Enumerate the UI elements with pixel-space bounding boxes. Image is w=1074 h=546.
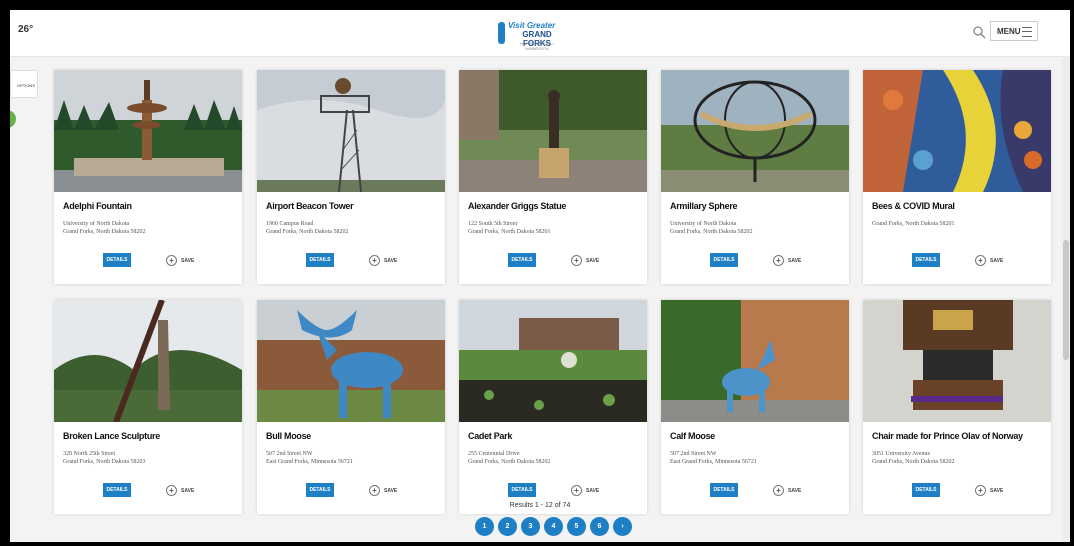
scrollbar-thumb[interactable] (1063, 240, 1069, 360)
card-address: Grand Forks, North Dakota 58201 (872, 221, 955, 227)
details-button[interactable]: DETAILS (508, 253, 536, 267)
card-title[interactable]: Adelphi Fountain (63, 201, 132, 211)
options-tab-label: OPTIONS (16, 83, 35, 88)
weather-readout: 26° (18, 24, 34, 35)
page-6-button[interactable]: 6 (590, 517, 609, 536)
hamburger-icon (1022, 27, 1032, 37)
search-icon[interactable] (972, 25, 986, 39)
card-title[interactable]: Calf Moose (670, 431, 715, 441)
save-button[interactable]: + SAVE (571, 485, 599, 496)
logo-mark-icon (498, 22, 505, 44)
details-button[interactable]: DETAILS (103, 483, 131, 497)
plus-circle-icon: + (773, 485, 784, 496)
details-button[interactable]: DETAILS (508, 483, 536, 497)
card-address: 507 2nd Street NW East Grand Forks, Minne… (670, 451, 757, 465)
listing-card[interactable]: Cadet Park 255 Centennial Drive Grand For… (459, 300, 647, 514)
plus-circle-icon: + (369, 485, 380, 496)
save-button[interactable]: + SAVE (571, 255, 599, 266)
details-button[interactable]: DETAILS (912, 483, 940, 497)
results-count: Results 1 - 12 of 74 (509, 502, 571, 509)
listing-card[interactable]: Broken Lance Sculpture 320 North 25th St… (54, 300, 242, 514)
plus-circle-icon: + (166, 255, 177, 266)
details-button[interactable]: DETAILS (710, 253, 738, 267)
card-photo (54, 70, 242, 192)
page-1-button[interactable]: 1 (475, 517, 494, 536)
card-address: University of North Dakota Grand Forks, N… (63, 221, 146, 235)
listing-card[interactable]: Adelphi Fountain University of North Dak… (54, 70, 242, 284)
page-2-button[interactable]: 2 (498, 517, 517, 536)
save-button[interactable]: + SAVE (975, 485, 1003, 496)
save-button[interactable]: + SAVE (166, 485, 194, 496)
site-header: 26° Visit Greater GRAND FORKS NORTH DAKO… (10, 10, 1070, 57)
card-title[interactable]: Cadet Park (468, 431, 512, 441)
save-button[interactable]: + SAVE (975, 255, 1003, 266)
save-button[interactable]: + SAVE (369, 255, 397, 266)
side-tab-indicator[interactable] (10, 110, 16, 128)
card-photo (661, 300, 849, 422)
details-button[interactable]: DETAILS (103, 253, 131, 267)
listing-card[interactable]: Armillary Sphere University of North Dak… (661, 70, 849, 284)
card-photo (54, 300, 242, 422)
listing-card[interactable]: Chair made for Prince Olav of Norway 305… (863, 300, 1051, 514)
plus-circle-icon: + (369, 255, 380, 266)
logo-text-top: Visit Greater (508, 21, 556, 30)
card-photo (459, 70, 647, 192)
card-title[interactable]: Chair made for Prince Olav of Norway (872, 431, 1023, 441)
details-button[interactable]: DETAILS (306, 253, 334, 267)
card-photo (863, 300, 1051, 422)
plus-circle-icon: + (975, 255, 986, 266)
details-button[interactable]: DETAILS (912, 253, 940, 267)
menu-button[interactable]: MENU (990, 21, 1038, 41)
save-button[interactable]: + SAVE (369, 485, 397, 496)
card-title[interactable]: Broken Lance Sculpture (63, 431, 160, 441)
details-button[interactable]: DETAILS (710, 483, 738, 497)
save-button[interactable]: + SAVE (773, 485, 801, 496)
card-title[interactable]: Airport Beacon Tower (266, 201, 354, 211)
card-photo (459, 300, 647, 422)
save-button[interactable]: + SAVE (166, 255, 194, 266)
card-title[interactable]: Armillary Sphere (670, 201, 738, 211)
card-photo (863, 70, 1051, 192)
card-address: 320 North 25th Street Grand Forks, North … (63, 451, 146, 465)
card-photo (257, 70, 445, 192)
site-logo[interactable]: Visit Greater GRAND FORKS NORTH DAKOTA •… (490, 16, 566, 56)
page-5-button[interactable]: 5 (567, 517, 586, 536)
card-photo (661, 70, 849, 192)
listing-card[interactable]: Calf Moose 507 2nd Street NW East Grand F… (661, 300, 849, 514)
card-address: 3051 University Avenue Grand Forks, North… (872, 451, 955, 465)
card-address: 122 South 5th Street Grand Forks, North D… (468, 221, 551, 235)
plus-circle-icon: + (975, 485, 986, 496)
card-title[interactable]: Bees & COVID Mural (872, 201, 955, 211)
page-3-button[interactable]: 3 (521, 517, 540, 536)
card-photo (257, 300, 445, 422)
options-tab[interactable]: OPTIONS (10, 70, 38, 98)
details-button[interactable]: DETAILS (306, 483, 334, 497)
plus-circle-icon: + (773, 255, 784, 266)
listing-card[interactable]: Bees & COVID Mural Grand Forks, North Da… (863, 70, 1051, 284)
card-title[interactable]: Bull Moose (266, 431, 311, 441)
next-page-chevron-icon[interactable]: › (613, 517, 632, 536)
browser-viewport: 26° Visit Greater GRAND FORKS NORTH DAKO… (10, 10, 1070, 542)
plus-circle-icon: + (571, 485, 582, 496)
card-address: 255 Centennial Drive Grand Forks, North D… (468, 451, 551, 465)
listing-card[interactable]: Airport Beacon Tower 1960 Campus Road Gra… (257, 70, 445, 284)
card-address: 507 2nd Street NW East Grand Forks, Minne… (266, 451, 353, 465)
logo-text-sub: NORTH DAKOTA • MINNESOTA (520, 41, 554, 51)
plus-circle-icon: + (166, 485, 177, 496)
menu-label: MENU (997, 27, 1021, 36)
card-title[interactable]: Alexander Griggs Statue (468, 201, 566, 211)
plus-circle-icon: + (571, 255, 582, 266)
listing-card[interactable]: Alexander Griggs Statue 122 South 5th St… (459, 70, 647, 284)
listing-card[interactable]: Bull Moose 507 2nd Street NW East Grand F… (257, 300, 445, 514)
card-address: 1960 Campus Road Grand Forks, North Dakot… (266, 221, 349, 235)
page-4-button[interactable]: 4 (544, 517, 563, 536)
card-address: University of North Dakota Grand Forks, N… (670, 221, 753, 235)
save-button[interactable]: + SAVE (773, 255, 801, 266)
